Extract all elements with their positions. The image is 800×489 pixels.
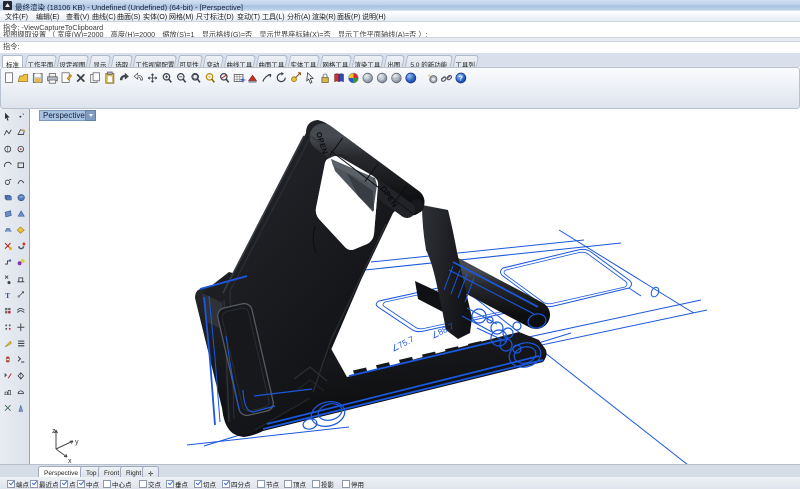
svg-text:z: z xyxy=(52,428,56,435)
svg-text:∠75.7: ∠75.7 xyxy=(389,334,415,354)
svg-text:y: y xyxy=(75,439,79,446)
svg-text:?: ? xyxy=(459,73,463,82)
svg-text:∠88.7: ∠88.7 xyxy=(429,321,455,341)
svg-text:T: T xyxy=(5,291,11,300)
